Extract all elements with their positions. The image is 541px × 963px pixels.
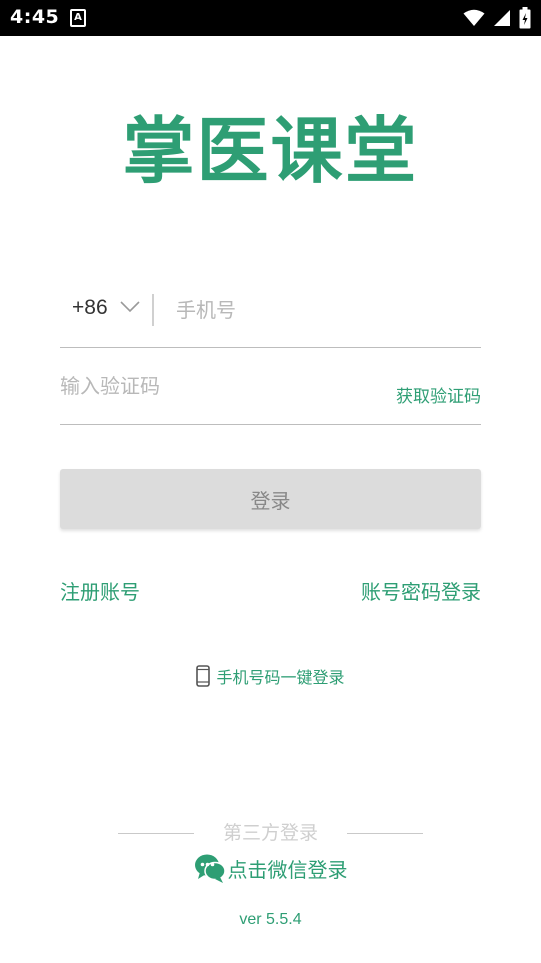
register-link[interactable]: 注册账号	[60, 576, 140, 605]
third-party-title: 第三方登录	[222, 822, 318, 844]
code-input[interactable]	[60, 368, 360, 404]
app-logo: 掌医课堂	[122, 108, 419, 193]
country-divider	[152, 294, 154, 326]
status-time: 4:45	[10, 6, 60, 28]
wechat-login-button[interactable]: 点击微信登录	[0, 852, 541, 884]
one-key-login-button[interactable]: 手机号码一键登录	[0, 664, 541, 688]
get-code-button[interactable]: 获取验证码	[396, 382, 481, 407]
mobile-phone-icon	[196, 665, 211, 687]
phone-row: +86	[60, 286, 481, 348]
version-text: ver 5.5.4	[239, 911, 302, 928]
battery-icon	[519, 7, 531, 29]
password-login-link[interactable]: 账号密码登录	[361, 576, 481, 605]
one-key-login-label: 手机号码一键登录	[216, 668, 345, 687]
code-row: 获取验证码	[60, 366, 481, 425]
third-party-section: 第三方登录	[0, 818, 541, 848]
divider-right	[347, 833, 423, 834]
wifi-icon	[463, 9, 485, 26]
wechat-login-label: 点击微信登录	[227, 857, 348, 882]
status-icons	[463, 7, 531, 29]
notification-icon: A	[70, 9, 86, 27]
login-button[interactable]: 登录	[60, 469, 481, 529]
signal-icon	[494, 10, 510, 26]
wechat-icon	[194, 854, 226, 883]
chevron-down-icon[interactable]	[120, 300, 140, 314]
status-bar: 4:45 A	[0, 0, 541, 36]
country-code[interactable]: +86	[72, 296, 108, 320]
phone-input[interactable]	[176, 292, 466, 328]
